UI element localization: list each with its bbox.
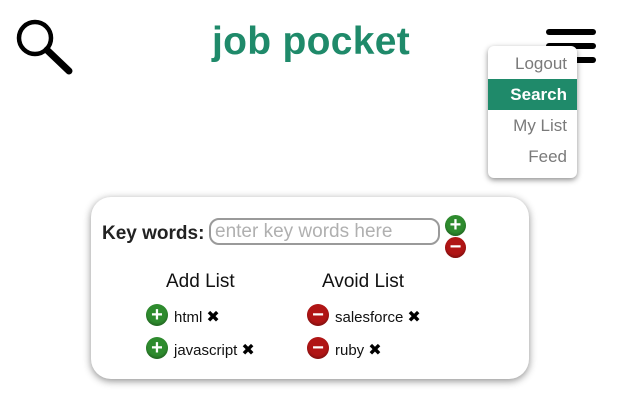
keywords-label: Key words: [102, 223, 205, 244]
remove-icon[interactable]: ✖ [368, 342, 381, 359]
add-list-item-label: javascript [174, 342, 238, 359]
menu-item-feed[interactable]: Feed [488, 141, 577, 172]
keyword-panel: Key words: + − Add List Avoid List + htm… [91, 197, 529, 379]
menu-item-logout[interactable]: Logout [488, 48, 577, 79]
remove-icon[interactable]: ✖ [407, 309, 420, 326]
add-list-item-label: html [174, 309, 203, 326]
avoid-list-title: Avoid List [322, 271, 405, 292]
minus-icon: − [307, 337, 329, 359]
remove-icon[interactable]: ✖ [206, 309, 219, 326]
avoid-keyword-button[interactable]: − [445, 236, 466, 258]
remove-icon[interactable]: ✖ [241, 342, 254, 359]
menu-item-search[interactable]: Search [488, 79, 577, 110]
avoid-list-item-label: salesforce [335, 309, 404, 326]
keywords-input[interactable] [209, 218, 440, 245]
add-keyword-button[interactable]: + [445, 214, 466, 236]
avoid-list-item-label: ruby [335, 342, 365, 359]
nav-dropdown-menu: Logout Search My List Feed [488, 46, 577, 178]
add-list-title: Add List [166, 271, 235, 292]
plus-icon: + [146, 304, 168, 326]
menu-item-my-list[interactable]: My List [488, 110, 577, 141]
plus-icon: + [146, 337, 168, 359]
minus-icon: − [307, 304, 329, 326]
